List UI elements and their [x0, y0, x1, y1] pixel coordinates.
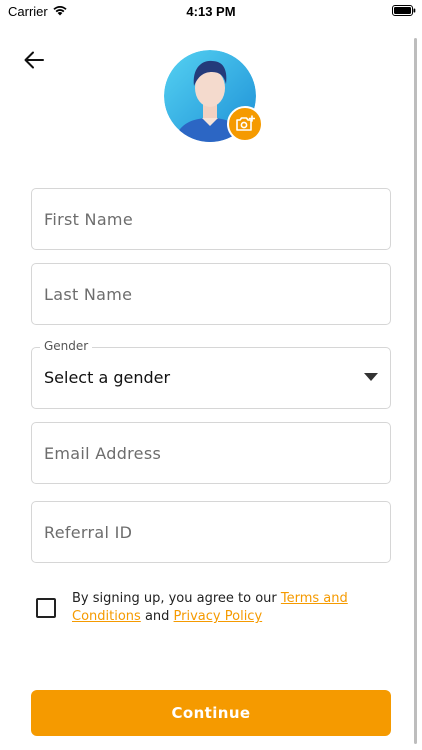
terms-prefix: By signing up, you agree to our: [72, 591, 281, 606]
terms-middle: and: [140, 609, 174, 624]
email-field[interactable]: [31, 422, 391, 484]
battery-icon: [392, 5, 416, 16]
referral-id-input[interactable]: [32, 502, 390, 562]
profile-photo[interactable]: [164, 50, 264, 142]
gender-label: Gender: [40, 339, 93, 353]
clock-time: 4:13 PM: [186, 4, 236, 19]
terms-text: By signing up, you agree to our Terms an…: [72, 590, 372, 626]
status-bar: Carrier 4:13 PM: [0, 0, 422, 24]
camera-add-button[interactable]: [227, 106, 263, 142]
first-name-field[interactable]: [31, 188, 391, 250]
back-button[interactable]: [20, 46, 48, 74]
arrow-left-icon: [24, 51, 44, 69]
privacy-policy-link[interactable]: Privacy Policy: [174, 609, 263, 624]
referral-id-field[interactable]: [31, 501, 391, 563]
caret-down-icon: [364, 373, 378, 381]
last-name-input[interactable]: [32, 264, 390, 324]
scrollbar[interactable]: [414, 38, 417, 744]
continue-button[interactable]: Continue: [31, 690, 391, 736]
last-name-field[interactable]: [31, 263, 391, 325]
terms-checkbox[interactable]: [36, 598, 56, 618]
email-input[interactable]: [32, 423, 390, 483]
first-name-input[interactable]: [32, 189, 390, 249]
gender-selected-value: Select a gender: [44, 368, 171, 387]
gender-select[interactable]: Gender Select a gender: [31, 339, 391, 409]
camera-add-icon: [236, 115, 255, 131]
